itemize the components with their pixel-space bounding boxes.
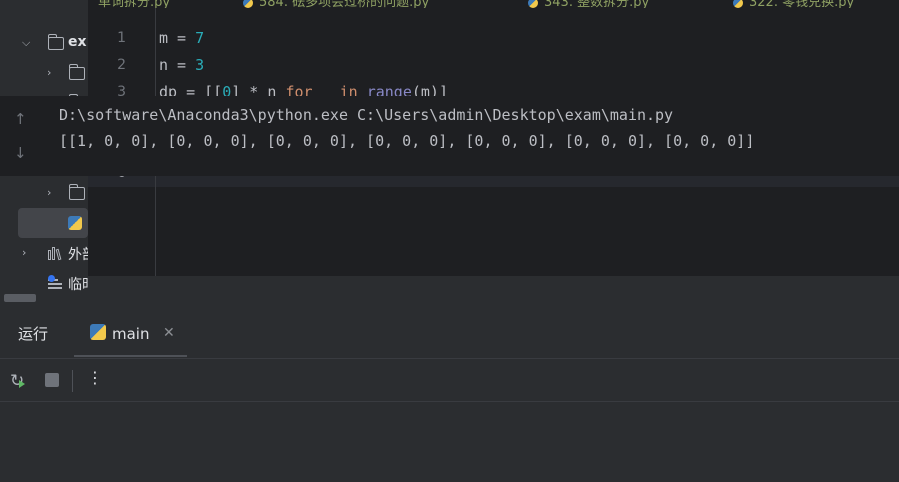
run-panel-title: 运行 [18,325,49,343]
tree-node-root[interactable]: ⌵ ex [0,28,88,58]
line-number: 1 [117,30,126,46]
tree-node-label: ex [68,34,87,50]
arrow-down-icon[interactable]: ↓ [14,144,27,162]
python-file-icon [90,324,106,340]
python-file-icon [243,0,253,8]
code-line[interactable]: n = 3 [159,52,204,79]
horizontal-scrollbar[interactable] [4,294,36,302]
editor-tab-strip: 单词拆分.py 584. 砝多项会过桥的问题.py 343. 整数拆分.py 3… [88,0,899,8]
python-file-icon [528,0,538,8]
chevron-down-icon[interactable]: ⌵ [22,36,30,50]
python-file-icon [733,0,743,8]
library-icon [48,247,64,261]
folder-icon [68,184,85,200]
tree-node-label: 临时 [68,277,88,293]
divider [0,401,899,402]
editor-tab[interactable]: 343. 整数拆分.py [528,0,649,8]
folder-icon [47,34,64,50]
chevron-right-icon[interactable]: › [47,66,51,79]
tab-label: 322. 零钱兑换.py [749,0,855,8]
console-output[interactable]: D:\software\Anaconda3\python.exe C:\User… [42,96,899,176]
tab-label: 343. 整数拆分.py [544,0,650,8]
close-icon[interactable]: ✕ [163,325,175,341]
python-file-icon [68,216,82,230]
divider [72,370,73,392]
divider [0,358,899,359]
editor-tab[interactable]: 322. 零钱兑换.py [733,0,854,8]
tree-node-folder[interactable]: › [0,178,88,208]
editor-tab[interactable]: 584. 砝多项会过桥的问题.py [243,0,429,8]
code-line[interactable]: m = 7 [159,25,204,52]
run-config-tab[interactable]: main ✕ [74,315,187,357]
code-token: 3 [195,56,205,74]
line-number: 2 [117,57,126,73]
tree-node-selected-file[interactable] [18,208,88,238]
code-token: 7 [195,29,205,47]
tree-node-label: 外部 [68,247,88,263]
chevron-right-icon[interactable]: › [47,186,51,199]
tab-label: 584. 砝多项会过桥的问题.py [259,0,430,8]
editor-tab[interactable]: 单词拆分.py [98,0,170,8]
arrow-up-icon[interactable]: ↑ [14,110,27,128]
rerun-icon[interactable]: ↻ [10,371,25,391]
code-token: n = [159,56,196,74]
more-vertical-icon[interactable]: ⋮ [87,368,103,387]
folder-icon [68,64,85,80]
tree-node-external-libraries[interactable]: › 外部 [0,238,88,268]
scratches-icon [48,275,62,290]
tab-underline [74,355,187,357]
code-token: m = [159,29,196,47]
console-line: D:\software\Anaconda3\python.exe C:\User… [59,106,674,124]
run-tool-window: 运行 main ✕ ↻ ⋮ [0,306,899,482]
tab-label: 单词拆分.py [98,0,171,8]
stop-icon[interactable] [45,373,59,387]
run-config-tab-label: main [112,325,150,343]
tree-node-folder[interactable]: › [0,58,88,88]
console-gutter: ↑ ↓ [0,96,42,176]
console-line: [[1, 0, 0], [0, 0, 0], [0, 0, 0], [0, 0,… [59,132,755,150]
chevron-right-icon[interactable]: › [22,246,26,259]
